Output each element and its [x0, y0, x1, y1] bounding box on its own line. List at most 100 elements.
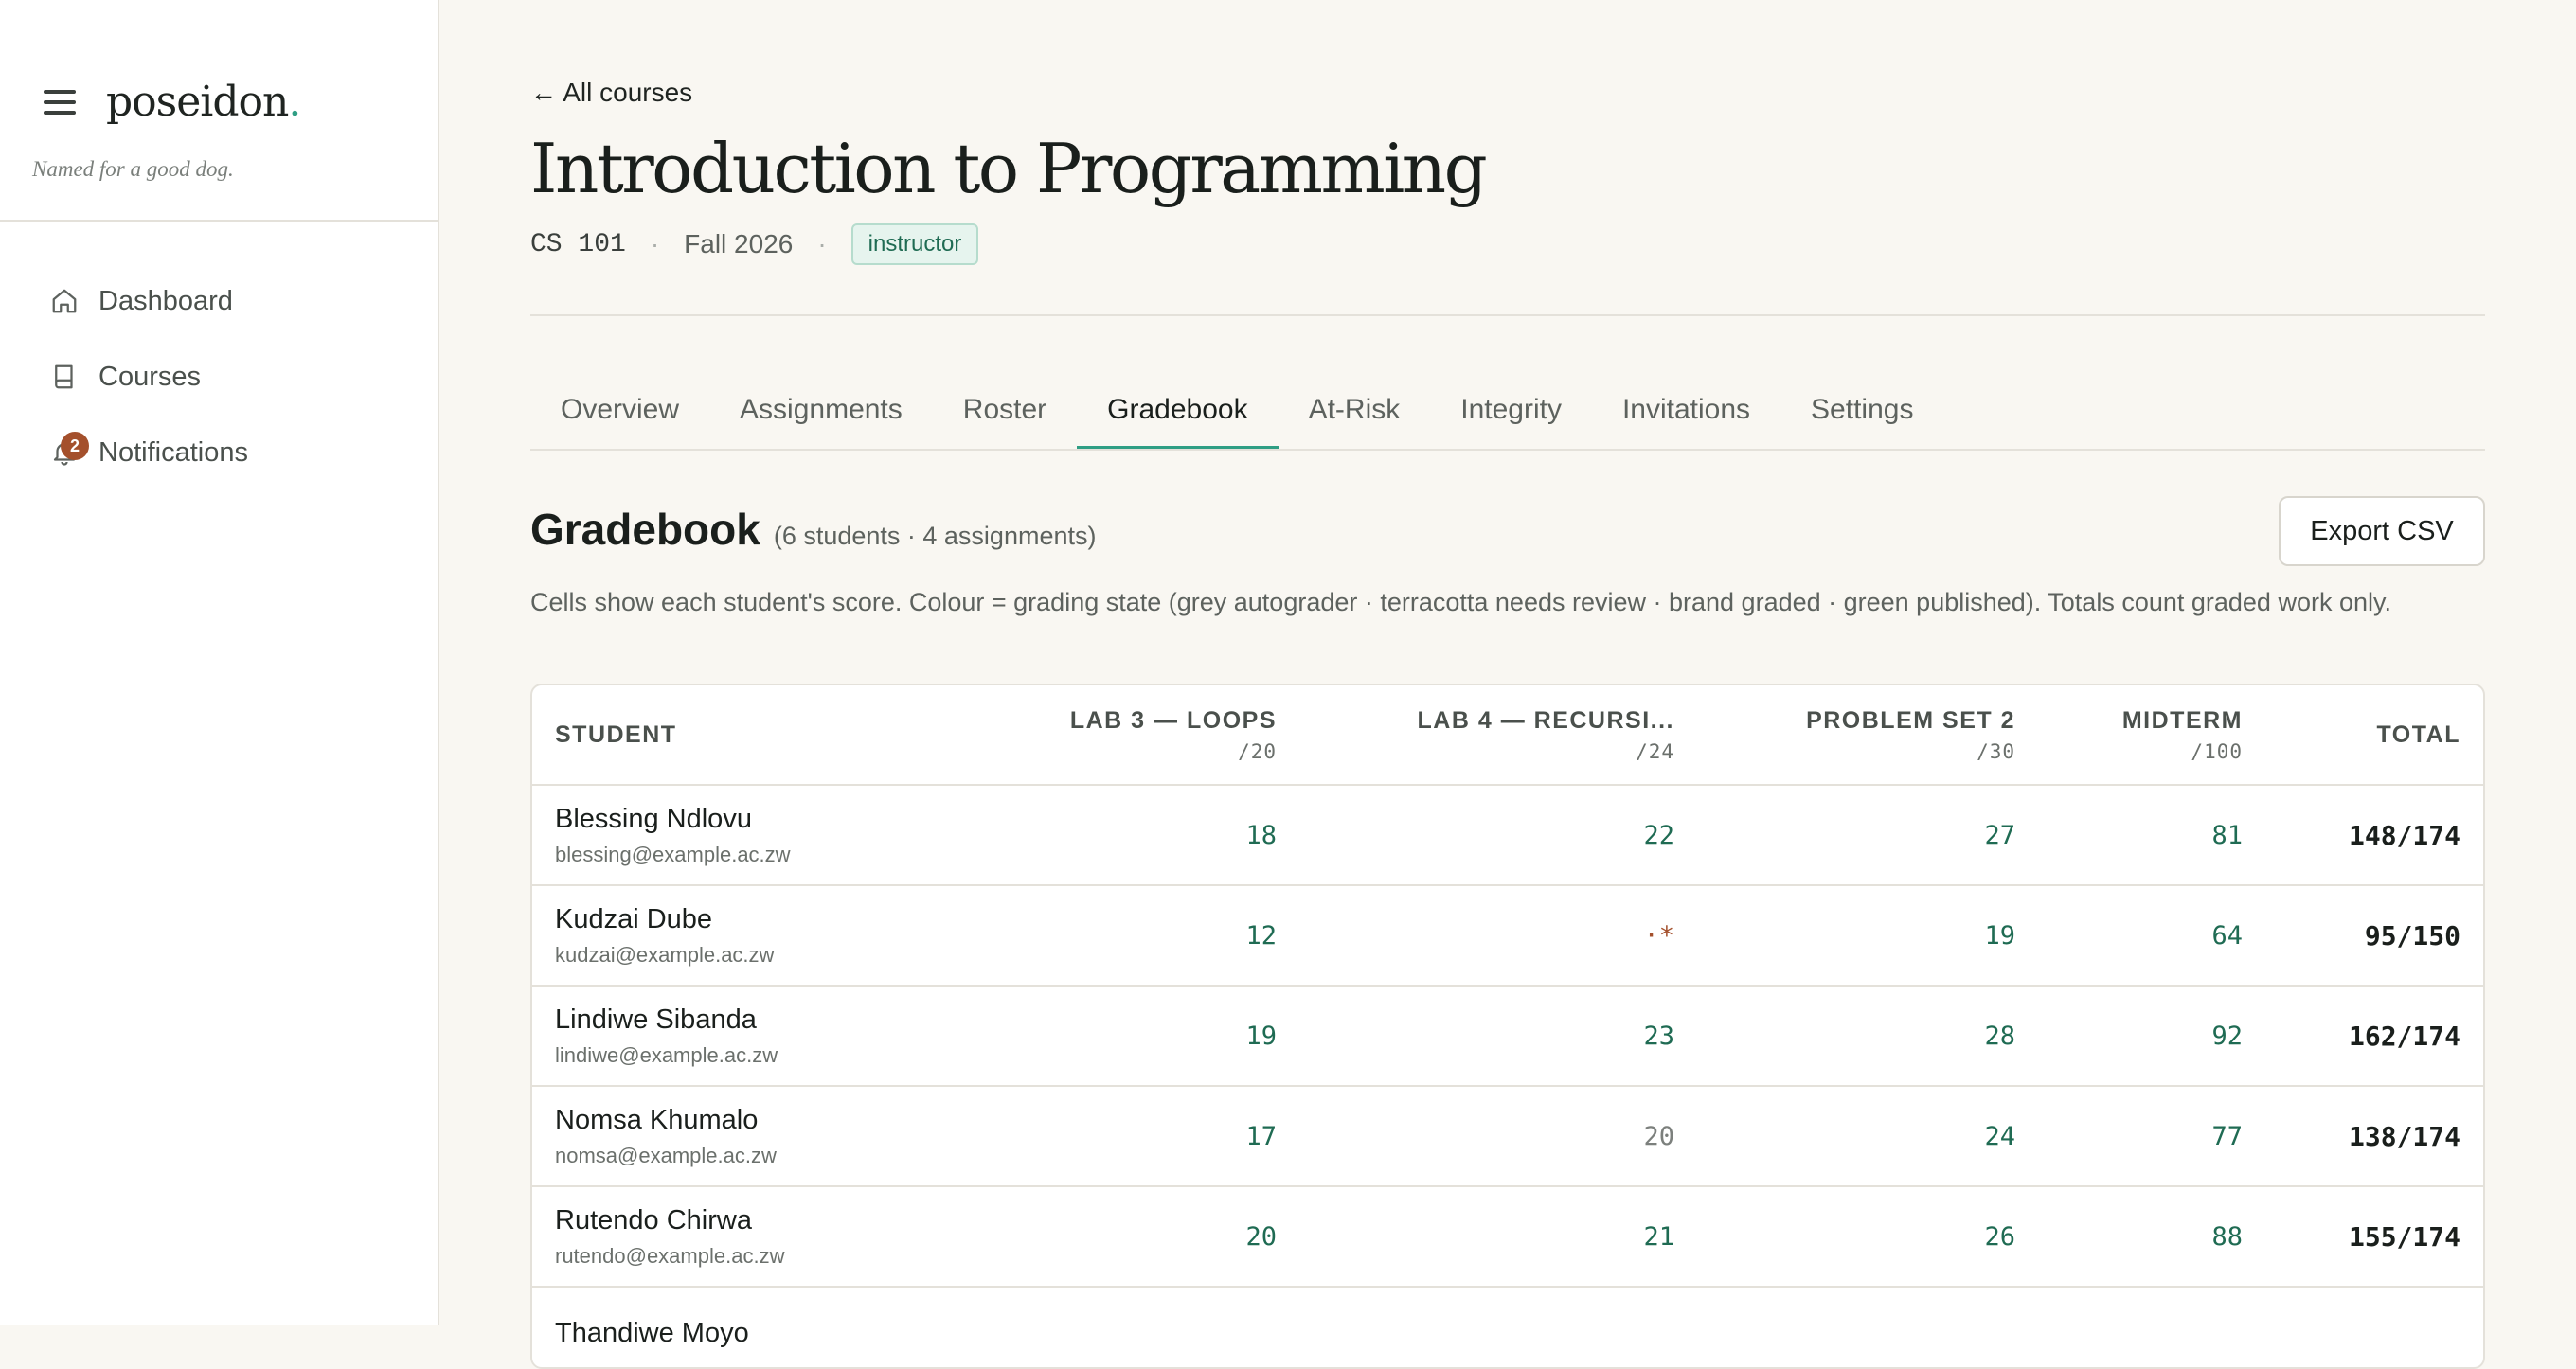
total-cell: [2265, 1287, 2483, 1367]
assignment-max-points: /30: [1977, 739, 2015, 763]
score-cell[interactable]: 81: [2038, 785, 2265, 886]
student-email: lindiwe@example.ac.zw: [555, 1042, 778, 1067]
logo-dot: .: [288, 78, 301, 126]
assignment-title: LAB 3 — LOOPS: [1069, 706, 1277, 734]
assignment-title: PROBLEM SET 2: [1806, 706, 2015, 734]
total-cell: 162/174: [2265, 986, 2483, 1087]
menu-icon[interactable]: [44, 89, 76, 115]
tab-settings[interactable]: Settings: [1780, 382, 1943, 447]
tab-gradebook[interactable]: Gradebook: [1077, 382, 1279, 449]
logo-text: poseidon: [106, 78, 289, 126]
gradebook-table: STUDENT LAB 3 — LOOPS/20 LAB 4 — RECURSI…: [530, 684, 2485, 1369]
student-cell[interactable]: Blessing Ndlovu blessing@example.ac.zw: [532, 785, 930, 886]
sidebar-item-courses[interactable]: Courses: [45, 339, 248, 415]
meta-separator: ·: [817, 229, 827, 258]
tagline: Named for a good dog.: [32, 157, 234, 181]
student-name: Thandiwe Moyo: [555, 1317, 749, 1348]
student-cell[interactable]: Rutendo Chirwa rutendo@example.ac.zw: [532, 1186, 930, 1288]
column-header-assignment[interactable]: LAB 3 — LOOPS/20: [930, 685, 1299, 786]
total-cell: 138/174: [2265, 1086, 2483, 1187]
student-name: Kudzai Dube: [555, 903, 713, 934]
tab-integrity[interactable]: Integrity: [1430, 382, 1592, 447]
sidebar: poseidon. Named for a good dog. Dashboar…: [0, 0, 439, 1325]
total-cell: 155/174: [2265, 1186, 2483, 1288]
student-name: Nomsa Khumalo: [555, 1104, 759, 1135]
tab-assignments[interactable]: Assignments: [709, 382, 933, 447]
score-cell[interactable]: 20: [930, 1186, 1299, 1288]
student-cell[interactable]: Lindiwe Sibanda lindiwe@example.ac.zw: [532, 986, 930, 1087]
student-cell[interactable]: Nomsa Khumalo nomsa@example.ac.zw: [532, 1086, 930, 1187]
gradebook-header: Gradebook (6 students · 4 assignments): [530, 504, 1096, 555]
score-cell[interactable]: [1697, 1287, 2038, 1367]
meta-separator: ·: [650, 229, 660, 258]
sidebar-item-label: Dashboard: [98, 285, 233, 316]
column-header-assignment[interactable]: LAB 4 — RECURSI... /24: [1299, 685, 1697, 786]
score-cell[interactable]: 19: [1697, 885, 2038, 987]
sidebar-item-notifications[interactable]: 2 Notifications: [45, 415, 248, 490]
course-term: Fall 2026: [684, 229, 794, 258]
score-cell[interactable]: 88: [2038, 1186, 2265, 1288]
table-row: Lindiwe Sibanda lindiwe@example.ac.zw 19 …: [532, 986, 2483, 1087]
student-email: blessing@example.ac.zw: [555, 842, 791, 866]
bell-icon: 2: [45, 432, 89, 471]
student-email: nomsa@example.ac.zw: [555, 1143, 777, 1167]
table-header-row: STUDENT LAB 3 — LOOPS/20 LAB 4 — RECURSI…: [532, 685, 2483, 786]
score-cell[interactable]: 17: [930, 1086, 1299, 1187]
student-cell[interactable]: Kudzai Dube kudzai@example.ac.zw: [532, 885, 930, 987]
column-header-total[interactable]: TOTAL: [2265, 685, 2483, 786]
score-cell[interactable]: 92: [2038, 986, 2265, 1087]
student-name: Rutendo Chirwa: [555, 1204, 752, 1236]
course-code: CS 101: [530, 229, 626, 259]
score-cell[interactable]: [1299, 1287, 1697, 1367]
page-title: Introduction to Programming: [530, 129, 1488, 208]
score-cell[interactable]: 22: [1299, 785, 1697, 886]
student-email: kudzai@example.ac.zw: [555, 942, 775, 967]
column-header-student[interactable]: STUDENT: [532, 685, 930, 786]
score-cell[interactable]: 64: [2038, 885, 2265, 987]
back-to-courses-link[interactable]: ← All courses: [530, 78, 692, 108]
assignment-max-points: /24: [1636, 739, 1674, 763]
table-row: Thandiwe Moyo: [532, 1287, 2483, 1367]
tab-at-risk[interactable]: At-Risk: [1279, 382, 1431, 447]
assignment-title: LAB 4 — RECURSI...: [1417, 706, 1674, 734]
table-row: Rutendo Chirwa rutendo@example.ac.zw 20 2…: [532, 1186, 2483, 1288]
column-header-assignment[interactable]: MIDTERM/100: [2038, 685, 2265, 786]
score-cell-autograder[interactable]: 20: [1299, 1086, 1697, 1187]
column-header-assignment[interactable]: PROBLEM SET 2/30: [1697, 685, 2038, 786]
course-tabs: Overview Assignments Roster Gradebook At…: [530, 382, 2485, 451]
gradebook-counts: (6 students · 4 assignments): [773, 522, 1097, 550]
brand-row: poseidon.: [44, 78, 301, 126]
student-email: rutendo@example.ac.zw: [555, 1243, 785, 1268]
score-cell[interactable]: 26: [1697, 1186, 2038, 1288]
score-cell[interactable]: 24: [1697, 1086, 2038, 1187]
student-name: Lindiwe Sibanda: [555, 1004, 757, 1035]
score-cell-needs-review[interactable]: ·*: [1299, 885, 1697, 987]
table-row: Blessing Ndlovu blessing@example.ac.zw 18…: [532, 785, 2483, 886]
gradebook-title: Gradebook: [530, 505, 760, 554]
score-cell[interactable]: 12: [930, 885, 1299, 987]
tab-invitations[interactable]: Invitations: [1592, 382, 1780, 447]
score-cell[interactable]: 27: [1697, 785, 2038, 886]
assignment-max-points: /20: [1238, 739, 1277, 763]
student-cell[interactable]: Thandiwe Moyo: [532, 1287, 930, 1367]
tab-roster[interactable]: Roster: [933, 382, 1077, 447]
assignment-max-points: /100: [2191, 739, 2243, 763]
book-icon: [45, 358, 83, 396]
score-cell[interactable]: 28: [1697, 986, 2038, 1087]
sidebar-item-label: Courses: [98, 361, 201, 392]
score-cell[interactable]: 19: [930, 986, 1299, 1087]
score-cell[interactable]: 18: [930, 785, 1299, 886]
score-cell[interactable]: [2038, 1287, 2265, 1367]
export-csv-button[interactable]: Export CSV: [2279, 496, 2485, 566]
score-cell[interactable]: 23: [1299, 986, 1697, 1087]
course-meta: CS 101 · Fall 2026 · instructor: [530, 223, 979, 265]
score-cell[interactable]: [930, 1287, 1299, 1367]
sidebar-nav: Dashboard Courses 2 Notifications: [45, 263, 248, 490]
notification-count-badge: 2: [61, 432, 89, 460]
sidebar-item-dashboard[interactable]: Dashboard: [45, 263, 248, 339]
score-cell[interactable]: 21: [1299, 1186, 1697, 1288]
tab-overview[interactable]: Overview: [530, 382, 709, 447]
logo[interactable]: poseidon.: [106, 78, 301, 126]
table-row: Nomsa Khumalo nomsa@example.ac.zw 17 20 2…: [532, 1086, 2483, 1187]
score-cell[interactable]: 77: [2038, 1086, 2265, 1187]
